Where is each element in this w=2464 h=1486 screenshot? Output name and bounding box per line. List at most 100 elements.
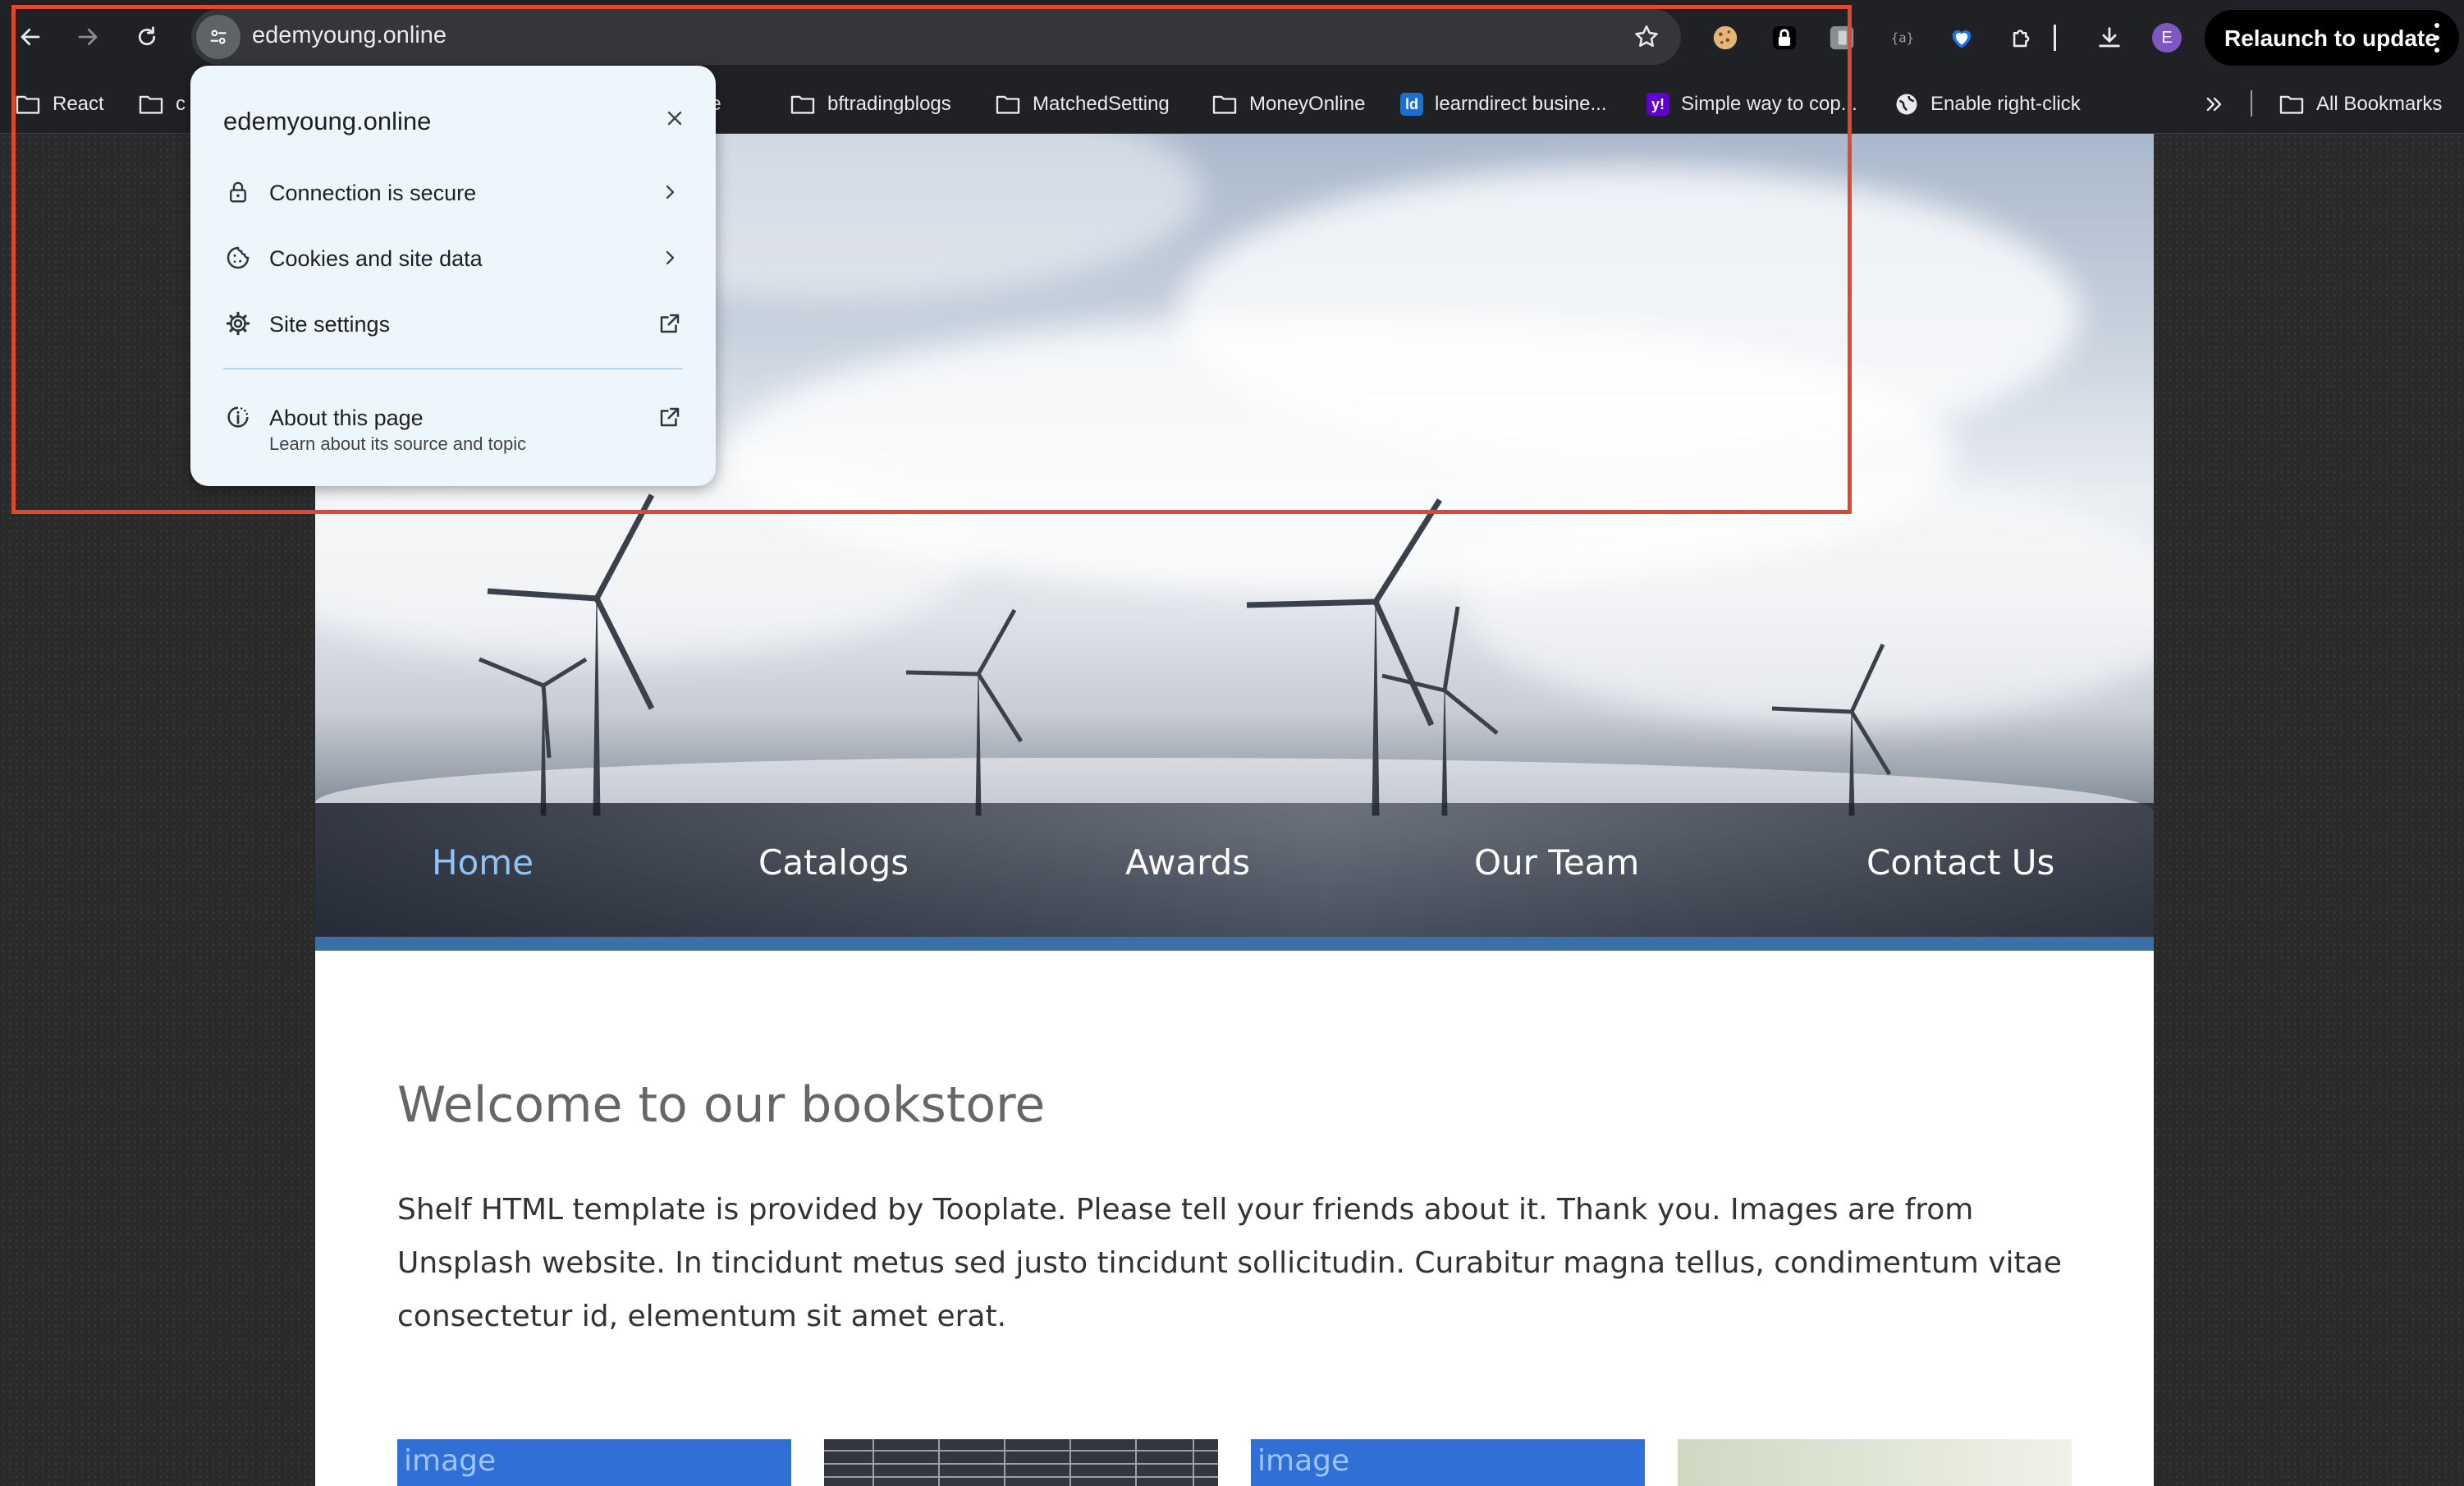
bookmark-enable-right-click[interactable]: Enable right-click: [1894, 90, 2081, 118]
download-icon: [2099, 27, 2120, 48]
lock-icon: [223, 177, 253, 207]
downloads-button[interactable]: [2093, 21, 2126, 54]
cookies-site-data-row[interactable]: Cookies and site data: [190, 227, 716, 284]
bookmark-folder-bftradingblogs[interactable]: bftradingblogs: [790, 90, 951, 118]
connection-secure-row[interactable]: Connection is secure: [190, 161, 716, 218]
heart-extension[interactable]: [1945, 21, 1978, 54]
info-icon: [223, 402, 253, 432]
cookie-icon: [1713, 25, 1738, 50]
kebab-menu-icon[interactable]: [2433, 23, 2441, 53]
folder-icon: [139, 95, 163, 114]
chevron-right-icon: [655, 243, 685, 273]
row-label: About this page: [269, 406, 424, 430]
address-bar[interactable]: edemyoung.online: [191, 9, 1681, 65]
broken-image-alt: image: [1257, 1444, 1350, 1478]
bookmark-folder-matchedsetting[interactable]: MatchedSetting: [995, 90, 1170, 118]
bookmark-label: Simple way to cop...: [1681, 93, 1857, 115]
row-label: Cookies and site data: [269, 246, 483, 271]
intro-paragraph: Shelf HTML template is provided by Toopl…: [397, 1193, 2062, 1333]
welcome-heading: Welcome to our bookstore: [397, 1076, 1046, 1134]
reload-icon: [138, 26, 156, 46]
nav-awards[interactable]: Awards: [1125, 842, 1250, 883]
folder-icon: [2279, 95, 2304, 114]
globe-icon: [1896, 94, 1917, 115]
learndirect-icon: ld: [1400, 93, 1423, 116]
popup-divider: [223, 368, 683, 369]
bookmark-folder-moneyonline[interactable]: MoneyOnline: [1211, 90, 1365, 118]
url-text[interactable]: edemyoung.online: [252, 22, 447, 49]
relaunch-label: Relaunch to update: [2224, 25, 2438, 51]
puzzle-icon: [2013, 30, 2030, 48]
yahoo-icon: y!: [1646, 93, 1669, 116]
site-info-popup: edemyoung.online Connection is secure Co…: [190, 66, 716, 486]
relaunch-button[interactable]: Relaunch to update: [2205, 10, 2459, 66]
all-bookmarks-label: All Bookmarks: [2316, 93, 2443, 115]
bookmark-folder-c[interactable]: c: [138, 90, 185, 118]
cookie-extension[interactable]: [1709, 21, 1742, 54]
bookmark-label: bftradingblogs: [827, 93, 951, 115]
forward-button[interactable]: [69, 18, 107, 56]
row-label: Site settings: [269, 312, 391, 337]
bookmark-label: learndirect busine...: [1435, 93, 1607, 115]
bookmark-label: MoneyOnline: [1249, 93, 1366, 115]
bookmarks-divider: [2251, 90, 2252, 117]
all-bookmarks-button[interactable]: All Bookmarks: [2279, 90, 2442, 118]
bookmarks-overflow-button[interactable]: [2203, 90, 2237, 118]
reload-button[interactable]: [128, 18, 166, 56]
site-settings-row[interactable]: Site settings: [190, 292, 716, 350]
broken-image-alt: image: [404, 1444, 497, 1478]
bookmark-simple-way[interactable]: y! Simple way to cop...: [1646, 90, 1857, 118]
extensions-button[interactable]: [2006, 21, 2039, 54]
bookmark-label: MatchedSetting: [1033, 93, 1170, 115]
star-icon: [1635, 25, 1658, 48]
grey-extension[interactable]: [1825, 21, 1858, 54]
bookmark-learndirect[interactable]: ld learndirect busine...: [1400, 90, 1606, 118]
folder-icon: [1212, 95, 1237, 114]
brackets-extension[interactable]: {a}: [1886, 21, 1919, 54]
grey-puzzle-ext-icon: [1830, 25, 1854, 50]
heart-shield-ext-icon: [1952, 30, 1972, 48]
lock-ext-icon: [1772, 25, 1797, 50]
brackets-ext-icon: {a}: [1891, 31, 1914, 46]
bookmark-star-button[interactable]: [1628, 19, 1665, 55]
nav-home[interactable]: Home: [432, 842, 534, 883]
nav-catalogs[interactable]: Catalogs: [758, 842, 909, 883]
bookmark-label: React: [53, 93, 104, 115]
bookmark-folder-react[interactable]: React: [15, 90, 104, 118]
cookie-icon: [223, 243, 253, 273]
nav-contact-us[interactable]: Contact Us: [1866, 842, 2054, 883]
bookmark-label: c: [176, 93, 185, 115]
thumbnail-1[interactable]: image: [397, 1439, 791, 1486]
main-nav: Home Catalogs Awards Our Team Contact Us: [315, 803, 2154, 937]
tune-icon: [210, 30, 227, 44]
external-link-icon: [655, 402, 685, 432]
back-button[interactable]: [11, 18, 49, 56]
nav-accent-strip: [315, 937, 2154, 951]
row-label: Connection is secure: [269, 181, 477, 205]
close-button[interactable]: [662, 105, 688, 131]
about-subtitle: Learn about its source and topic: [269, 433, 527, 454]
arrow-right-icon: [78, 28, 98, 46]
svg-text:{a}: {a}: [1891, 31, 1914, 46]
lock-extension[interactable]: [1768, 21, 1801, 54]
chevron-double-right-icon: [2206, 97, 2222, 112]
gear-icon: [223, 309, 253, 338]
site-info-button[interactable]: [196, 15, 240, 59]
external-link-icon: [655, 309, 685, 338]
thumbnail-4[interactable]: [1678, 1439, 2072, 1486]
bookmark-label: Enable right-click: [1930, 93, 2081, 115]
folder-icon: [790, 95, 815, 114]
popup-title: edemyoung.online: [223, 107, 432, 135]
arrow-left-icon: [21, 28, 40, 46]
building-image: [824, 1439, 1218, 1486]
chevron-right-icon: [655, 177, 685, 207]
close-icon: [667, 111, 682, 126]
thumbnail-3[interactable]: image: [1251, 1439, 1645, 1486]
folder-icon: [996, 95, 1020, 114]
folder-icon: [16, 95, 40, 114]
profile-avatar[interactable]: E: [2152, 23, 2182, 53]
browser-toolbar: edemyoung.online {a} E Relaunch to updat…: [0, 0, 2464, 74]
nav-our-team[interactable]: Our Team: [1474, 842, 1639, 883]
thumbnail-2[interactable]: [824, 1439, 1218, 1486]
toolbar-divider: [2052, 21, 2057, 54]
